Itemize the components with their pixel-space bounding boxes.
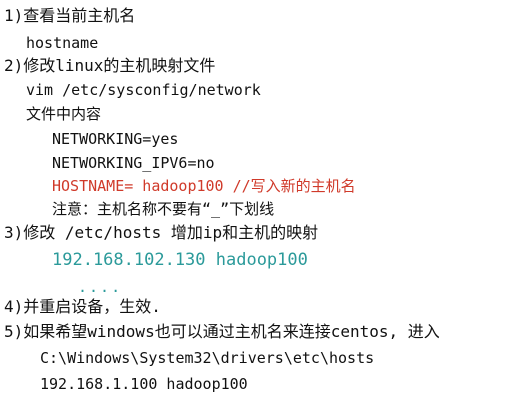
hostname-underscore-note: 注意：主机名称不要有“_”下划线	[52, 200, 275, 218]
hosts-mapping-entry: 192.168.102.130 hadoop100	[52, 250, 308, 270]
ellipsis-dots: ....	[78, 278, 123, 296]
hostname-config-notes: 1)查看当前主机名 hostname 2)修改linux的主机映射文件 vim …	[0, 0, 526, 401]
step2-title: 2)修改linux的主机映射文件	[4, 56, 216, 75]
step2-content-label: 文件中内容	[26, 105, 102, 123]
step1-command: hostname	[26, 34, 99, 52]
windows-hosts-path: C:\Windows\System32\drivers\etc\hosts	[40, 349, 375, 367]
step1-title: 1)查看当前主机名	[4, 6, 136, 25]
step2-command: vim /etc/sysconfig/network	[26, 81, 261, 99]
step4-title: 4)并重启设备，生效.	[4, 297, 161, 316]
windows-hosts-entry: 192.168.1.100 hadoop100	[40, 375, 248, 393]
config-line-ipv6: NETWORKING_IPV6=no	[52, 154, 215, 172]
step5-title: 5)如果希望windows也可以通过主机名来连接centos, 进入	[4, 322, 440, 341]
step3-title: 3)修改 /etc/hosts 增加ip和主机的映射	[4, 223, 319, 242]
config-line-hostname: HOSTNAME= hadoop100 //写入新的主机名	[52, 177, 356, 195]
config-line-networking: NETWORKING=yes	[52, 130, 179, 148]
